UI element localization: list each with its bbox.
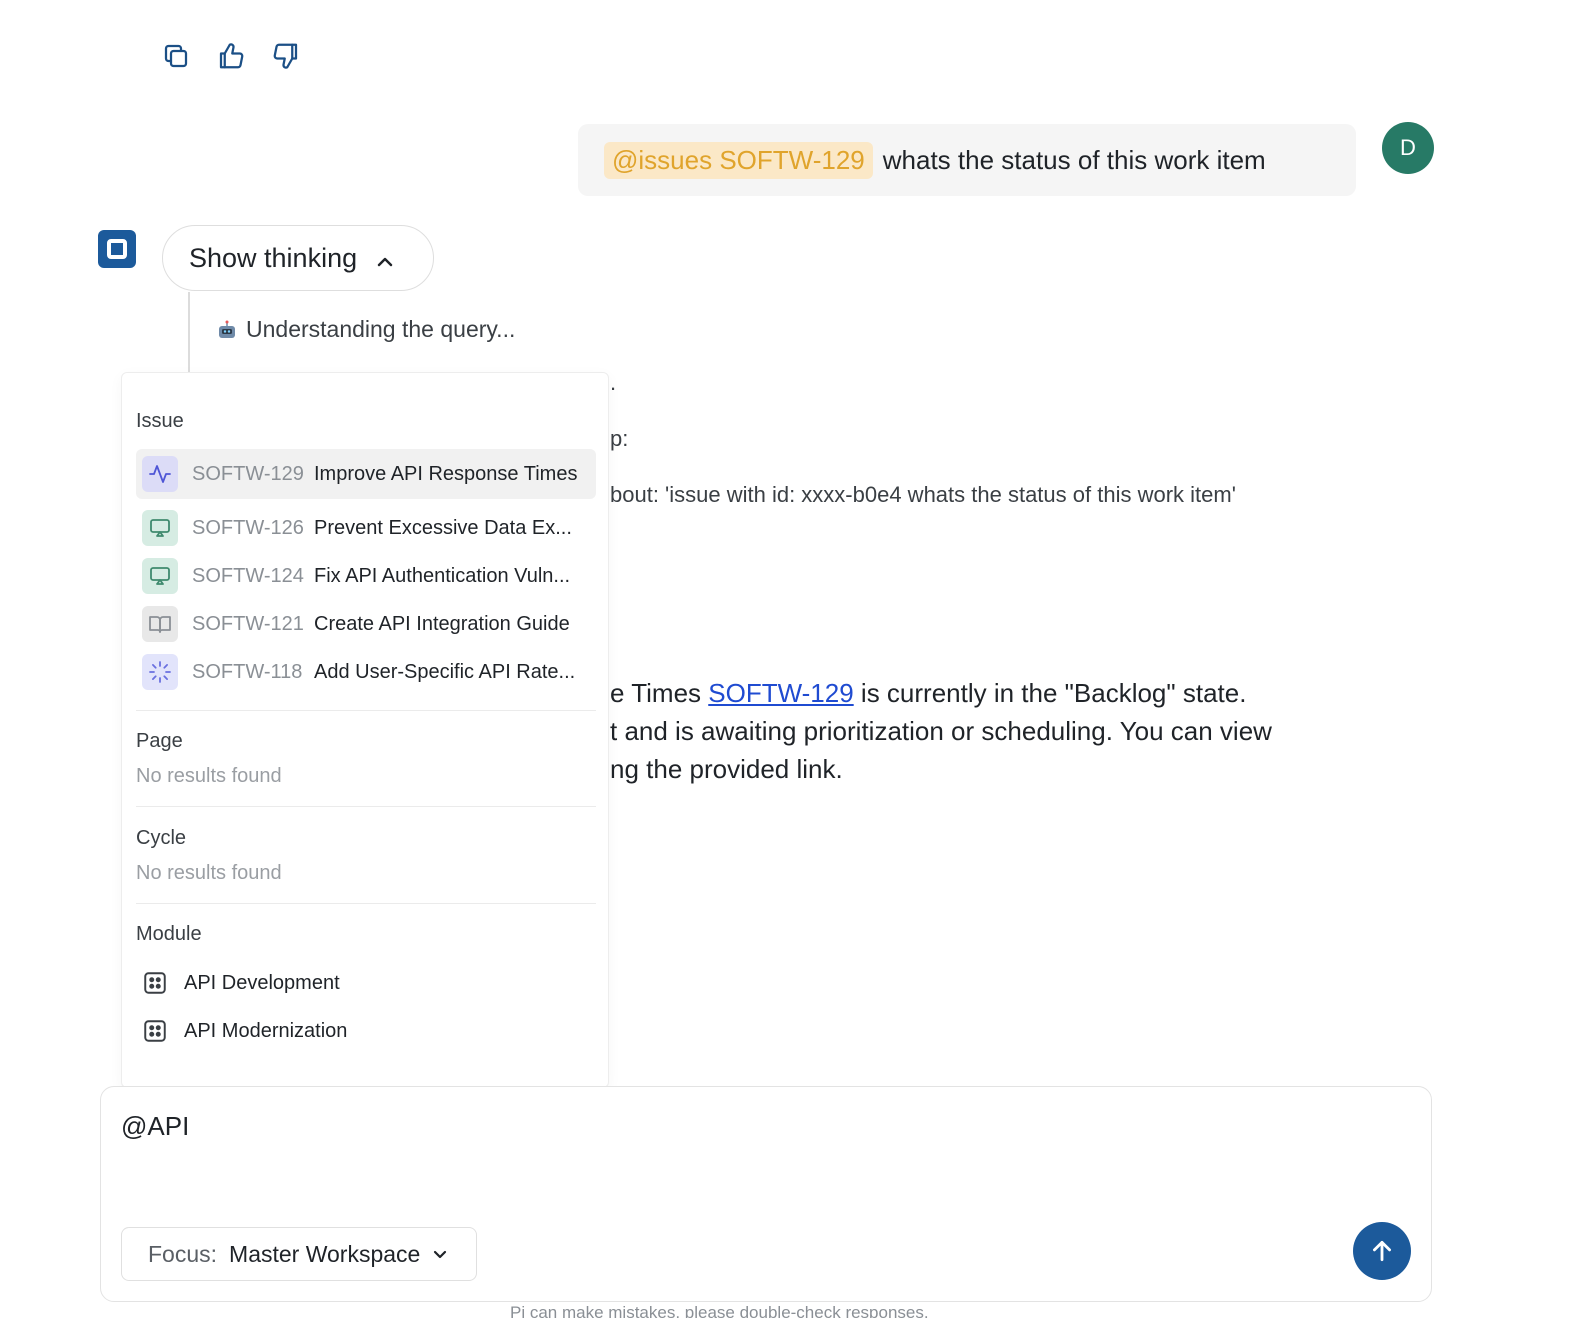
airplay-icon [142, 510, 178, 546]
issue-title: Prevent Excessive Data Ex... [314, 516, 572, 539]
issue-title: Create API Integration Guide [314, 612, 570, 635]
answer-line-2: t and is awaiting prioritization or sche… [610, 716, 1272, 746]
issue-id: SOFTW-129 [192, 462, 304, 485]
copy-icon[interactable] [160, 40, 192, 72]
focus-selector[interactable]: Focus: Master Workspace [121, 1227, 477, 1281]
answer-line-1-prefix: e Times [610, 678, 709, 708]
thinking-step: Understanding the query... [216, 316, 515, 343]
issue-title: Add User-Specific API Rate... [314, 660, 576, 683]
issue-mention-tag[interactable]: @issues SOFTW-129 [604, 141, 873, 179]
thumbs-up-icon[interactable] [215, 40, 247, 72]
answer-line-3: ng the provided link. [610, 754, 843, 784]
module-option[interactable]: API Modernization [136, 1011, 347, 1051]
issue-option[interactable]: SOFTW-129 Improve API Response Times [136, 449, 596, 499]
section-divider [136, 710, 596, 711]
issue-option[interactable]: SOFTW-126 Prevent Excessive Data Ex... [136, 503, 596, 553]
focus-label: Focus: [148, 1240, 218, 1267]
thinking-timeline-line [188, 292, 190, 372]
response-partial-line-1: . [610, 370, 617, 395]
section-divider [136, 903, 596, 904]
activity-icon [142, 456, 178, 492]
issue-title: Fix API Authentication Vuln... [314, 564, 571, 587]
thinking-step-text: Understanding the query... [246, 316, 516, 342]
issue-id: SOFTW-121 [192, 612, 304, 635]
user-message-text: whats the status of this work item [882, 144, 1266, 175]
disclaimer-text: Pi can make mistakes, please double-chec… [510, 1303, 929, 1318]
cycle-no-results: No results found [136, 862, 282, 884]
response-partial-line-2: p: [610, 426, 629, 451]
module-section-title: Module [136, 923, 202, 945]
user-message-bubble: @issues SOFTW-129 whats the status of th… [578, 124, 1356, 196]
page-section-title: Page [136, 730, 183, 752]
show-thinking-label: Show thinking [189, 242, 358, 273]
module-label: API Development [184, 971, 340, 994]
robot-icon [219, 320, 235, 338]
cycle-section-title: Cycle [136, 827, 187, 849]
response-partial-line-3: bout: 'issue with id: xxxx-b0e4 whats th… [610, 482, 1236, 507]
module-icon [144, 1020, 166, 1042]
book-open-icon [142, 606, 178, 642]
issue-title: Improve API Response Times [314, 462, 578, 485]
chevron-down-icon [434, 1250, 447, 1259]
mention-dropdown: Issue SOFTW-129 Improve API Response Tim… [121, 372, 609, 1088]
module-option[interactable]: API Development [136, 963, 340, 1003]
chat-composer: @API Focus: Master Workspace [100, 1086, 1432, 1302]
message-input[interactable]: @API [121, 1111, 189, 1142]
issue-option[interactable]: SOFTW-121 Create API Integration Guide [136, 599, 596, 649]
issue-id: SOFTW-118 [192, 660, 303, 683]
arrow-up-icon [1373, 1240, 1391, 1262]
page-no-results: No results found [136, 765, 282, 787]
send-button[interactable] [1353, 1222, 1411, 1280]
issue-option[interactable]: SOFTW-118 Add User-Specific API Rate... [136, 647, 596, 697]
chevron-up-icon [375, 248, 395, 268]
answer-line-1: e Times SOFTW-129 is currently in the "B… [610, 674, 1246, 712]
assistant-logo-icon [98, 230, 136, 268]
answer-line-1-suffix: is currently in the "Backlog" state. [853, 678, 1247, 708]
issue-option[interactable]: SOFTW-124 Fix API Authentication Vuln... [136, 551, 596, 601]
show-thinking-button[interactable]: Show thinking [162, 225, 434, 291]
airplay-icon [142, 558, 178, 594]
loader-icon [142, 654, 178, 690]
issue-id: SOFTW-124 [192, 564, 304, 587]
issue-link[interactable]: SOFTW-129 [708, 678, 853, 708]
section-divider [136, 806, 596, 807]
module-label: API Modernization [184, 1019, 348, 1042]
issue-id: SOFTW-126 [192, 516, 304, 539]
user-avatar[interactable]: D [1382, 122, 1434, 174]
focus-value: Master Workspace [229, 1240, 421, 1267]
issue-section-title: Issue [136, 410, 184, 432]
thumbs-down-icon[interactable] [270, 40, 302, 72]
module-icon [144, 972, 166, 994]
